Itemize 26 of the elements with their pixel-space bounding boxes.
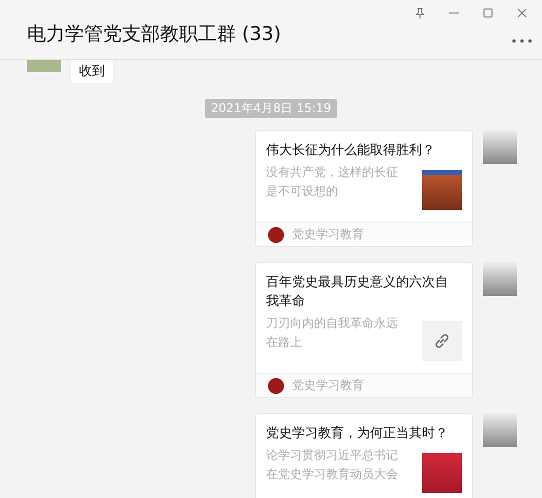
more-icon[interactable] (512, 39, 532, 43)
source-name: 党史学习教育 (292, 226, 364, 243)
message-bubble: 收到 (71, 60, 113, 83)
card-title: 百年党史最具历史意义的六次自我革命 (265, 274, 449, 311)
chat-title: 电力学管党支部教职工群 (33) (27, 22, 282, 47)
link-card[interactable]: 百年党史最具历史意义的六次自我革命 刀刃向内的自我革命永远在路上 党史学习教育 (255, 262, 473, 398)
avatar-placeholder[interactable] (483, 130, 517, 164)
account-logo-icon (268, 226, 284, 242)
card-title: 党史学习教育，为何正当其时？ (265, 424, 449, 443)
close-icon[interactable] (516, 7, 528, 19)
maximize-icon[interactable] (482, 7, 494, 19)
link-card[interactable]: 党史学习教育，为何正当其时？ 论学习贯彻习近平总书记在党史学习教育动员大会 (255, 413, 473, 498)
pin-icon[interactable] (414, 7, 426, 19)
link-icon (433, 332, 451, 350)
timestamp: 2021年4月8日 15:19 (204, 99, 338, 118)
source-name: 党史学习教育 (292, 377, 364, 394)
account-logo-icon (268, 378, 284, 394)
avatar-placeholder[interactable] (483, 413, 517, 447)
card-description: 刀刃向内的自我革命永远在路上 (266, 315, 399, 351)
avatar-placeholder[interactable] (483, 262, 517, 296)
card-description: 没有共产党，这样的长征是不可设想的 (266, 164, 399, 200)
card-description: 论学习贯彻习近平总书记在党史学习教育动员大会 (266, 447, 399, 483)
link-card[interactable]: 伟大长征为什么能取得胜利？ 没有共产党，这样的长征是不可设想的 党史学习教育 (255, 130, 473, 247)
photo-placeholder (422, 170, 462, 210)
photo-placeholder (422, 453, 462, 493)
card-title: 伟大长征为什么能取得胜利？ (265, 142, 436, 160)
